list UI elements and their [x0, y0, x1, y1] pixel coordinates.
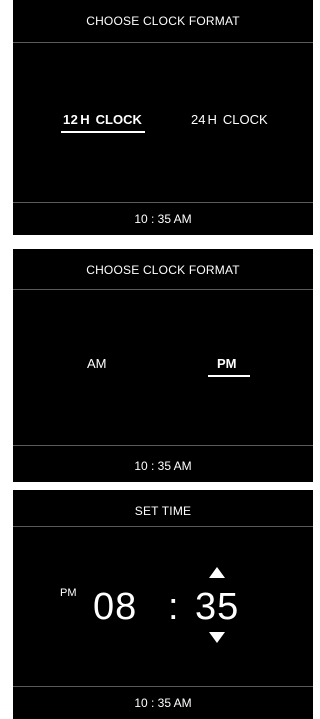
set-time-screen: SET TIME PM 08 : 35 10 : 35 AM — [13, 490, 313, 719]
option-12h-word: CLOCK — [95, 112, 142, 127]
header-divider — [13, 526, 313, 527]
option-12h-unit: H — [80, 112, 90, 127]
time-minutes: 35 — [195, 586, 240, 628]
option-pm[interactable]: PM — [217, 356, 237, 371]
clock-format-screen: CHOOSE CLOCK FORMAT 12 H CLOCK 24 H CLOCK 10… — [13, 0, 313, 235]
option-am[interactable]: AM — [87, 356, 107, 371]
am-pm-screen: CHOOSE CLOCK FORMAT AM PM 10 : 35 AM — [13, 249, 313, 482]
arrow-down-icon[interactable] — [209, 632, 225, 643]
option-12h-number: 12 — [63, 112, 79, 127]
option-12h-clock[interactable]: 12 H CLOCK — [63, 112, 142, 127]
time-separator: : — [168, 586, 180, 628]
option-24h-unit: H — [207, 112, 217, 127]
screen-title: CHOOSE CLOCK FORMAT — [86, 263, 240, 277]
period-indicator: PM — [60, 587, 77, 599]
option-24h-number: 24 — [191, 112, 206, 127]
current-time: 10 : 35 AM — [134, 458, 192, 473]
selected-underline — [61, 131, 145, 133]
option-24h-word: CLOCK — [222, 112, 268, 127]
time-hours: 08 — [93, 586, 138, 628]
selected-underline — [208, 375, 250, 377]
footer-divider — [13, 445, 313, 446]
header-divider — [13, 42, 313, 43]
arrow-up-icon[interactable] — [209, 567, 225, 578]
header-divider — [13, 289, 313, 290]
current-time: 10 : 35 AM — [134, 211, 192, 226]
current-time: 10 : 35 AM — [134, 695, 192, 710]
screen-title: CHOOSE CLOCK FORMAT — [86, 14, 240, 28]
option-24h-clock[interactable]: 24 H CLOCK — [191, 112, 268, 127]
